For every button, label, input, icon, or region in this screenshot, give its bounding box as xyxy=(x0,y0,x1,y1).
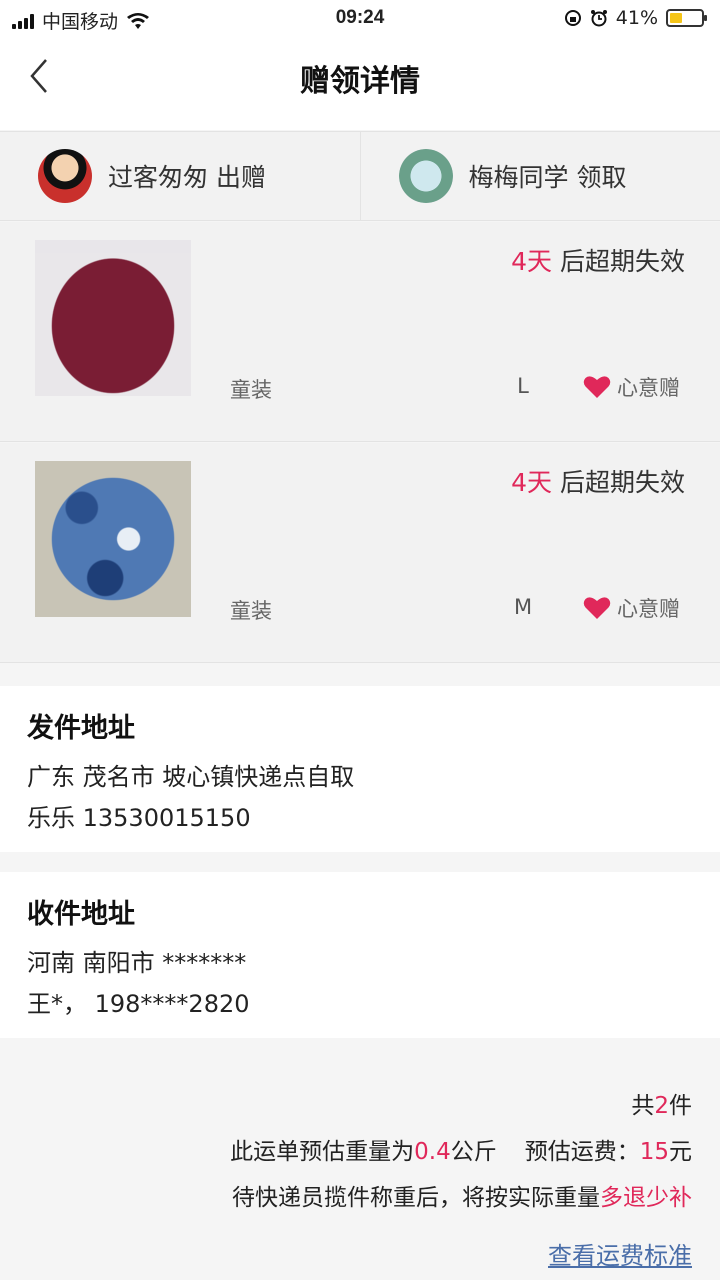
receiver-address-title: 收件地址 xyxy=(27,899,135,930)
status-bar: 中国移动 09:24 41% xyxy=(0,0,720,38)
item-category: 童装 xyxy=(230,599,272,623)
gift-type-label: 心意赠 xyxy=(617,597,680,621)
fee-standard-link[interactable]: 查看运费标准 xyxy=(548,1242,692,1270)
weight-note: 待快递员揽件称重后，将按实际重量多退少补 xyxy=(232,1178,692,1212)
users-row: 过客匆匆 出赠 梅梅同学 领取 xyxy=(0,131,720,221)
item-card[interactable]: 4天 后超期失效 童装 M 心意赠 xyxy=(0,443,720,663)
gift-type-label: 心意赠 xyxy=(617,376,680,400)
expire-notice: 4天 后超期失效 xyxy=(511,463,685,499)
note-accent: 多退少补 xyxy=(600,1185,692,1211)
sender-address-line: 广东 茂名市 坡心镇快递点自取 xyxy=(27,763,355,791)
sender-address: 发件地址 广东 茂名市 坡心镇快递点自取 乐乐 13530015150 xyxy=(0,686,720,852)
giver-user[interactable]: 过客匆匆 出赠 xyxy=(0,132,360,220)
page-title: 赠领详情 xyxy=(300,64,420,99)
count-prefix: 共 xyxy=(631,1093,655,1119)
heart-icon xyxy=(583,376,611,398)
giver-avatar xyxy=(38,149,92,203)
receiver-address: 收件地址 河南 南阳市 ******* 王*， 198****2820 xyxy=(0,872,720,1038)
nav-bar: 赠领详情 xyxy=(0,38,720,130)
expire-days: 4天 xyxy=(511,468,553,497)
count-value: 2 xyxy=(654,1093,669,1119)
count-suffix: 件 xyxy=(669,1093,692,1119)
battery-icon xyxy=(666,9,707,27)
sender-contact: 乐乐 13530015150 xyxy=(27,804,251,832)
fee-unit: 元 xyxy=(669,1139,692,1165)
fee-standard-link-row: 查看运费标准 xyxy=(548,1236,692,1271)
rotation-lock-icon xyxy=(564,10,581,26)
expire-notice: 4天 后超期失效 xyxy=(511,242,685,278)
weight-fee-row: 此运单预估重量为0.4公斤 预估运费：15元 xyxy=(230,1132,692,1166)
gift-type: 心意赠 xyxy=(583,372,680,402)
item-card[interactable]: 4天 后超期失效 童装 L 心意赠 xyxy=(0,222,720,442)
status-right: 41% xyxy=(564,7,707,29)
weight-value: 0.4 xyxy=(414,1139,451,1165)
note-prefix: 待快递员揽件称重后，将按实际重量 xyxy=(232,1185,600,1211)
heart-icon xyxy=(583,597,611,619)
item-photo[interactable] xyxy=(35,240,191,396)
battery-fill xyxy=(670,13,683,23)
fee-value: 15 xyxy=(639,1139,669,1165)
item-size: M xyxy=(513,595,533,619)
weight-unit: 公斤 xyxy=(450,1139,497,1165)
expire-days: 4天 xyxy=(511,247,553,276)
receiver-address-line: 河南 南阳市 ******* xyxy=(27,949,247,977)
item-size: L xyxy=(517,374,529,398)
alarm-icon xyxy=(590,10,607,27)
receiver-label: 梅梅同学 领取 xyxy=(468,163,627,192)
receiver-user[interactable]: 梅梅同学 领取 xyxy=(359,132,720,220)
item-count: 共2件 xyxy=(631,1086,692,1120)
item-category: 童装 xyxy=(230,378,272,402)
gift-type: 心意赠 xyxy=(583,593,680,623)
item-photo[interactable] xyxy=(35,461,191,617)
fee-label: 预估运费： xyxy=(524,1139,640,1165)
receiver-avatar xyxy=(398,149,453,203)
receiver-contact: 王*， 198****2820 xyxy=(27,990,250,1018)
sender-address-title: 发件地址 xyxy=(27,713,135,744)
expire-text: 后超期失效 xyxy=(552,247,685,276)
giver-label: 过客匆匆 出赠 xyxy=(108,163,266,192)
weight-prefix: 此运单预估重量为 xyxy=(230,1139,415,1165)
expire-text: 后超期失效 xyxy=(552,468,685,497)
shipping-summary: 共2件 此运单预估重量为0.4公斤 预估运费：15元 待快递员揽件称重后，将按实际… xyxy=(0,1040,720,1280)
battery-percent: 41% xyxy=(615,7,658,29)
